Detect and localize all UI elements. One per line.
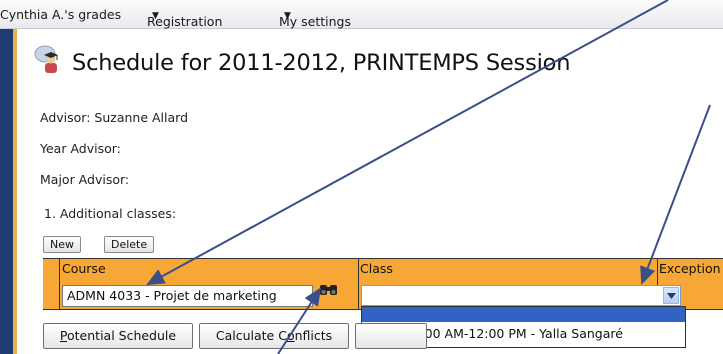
annotation-arrow xyxy=(277,287,322,354)
annotation-arrows xyxy=(146,0,711,354)
annotation-arrow xyxy=(640,104,711,285)
annotation-arrow xyxy=(146,0,669,285)
